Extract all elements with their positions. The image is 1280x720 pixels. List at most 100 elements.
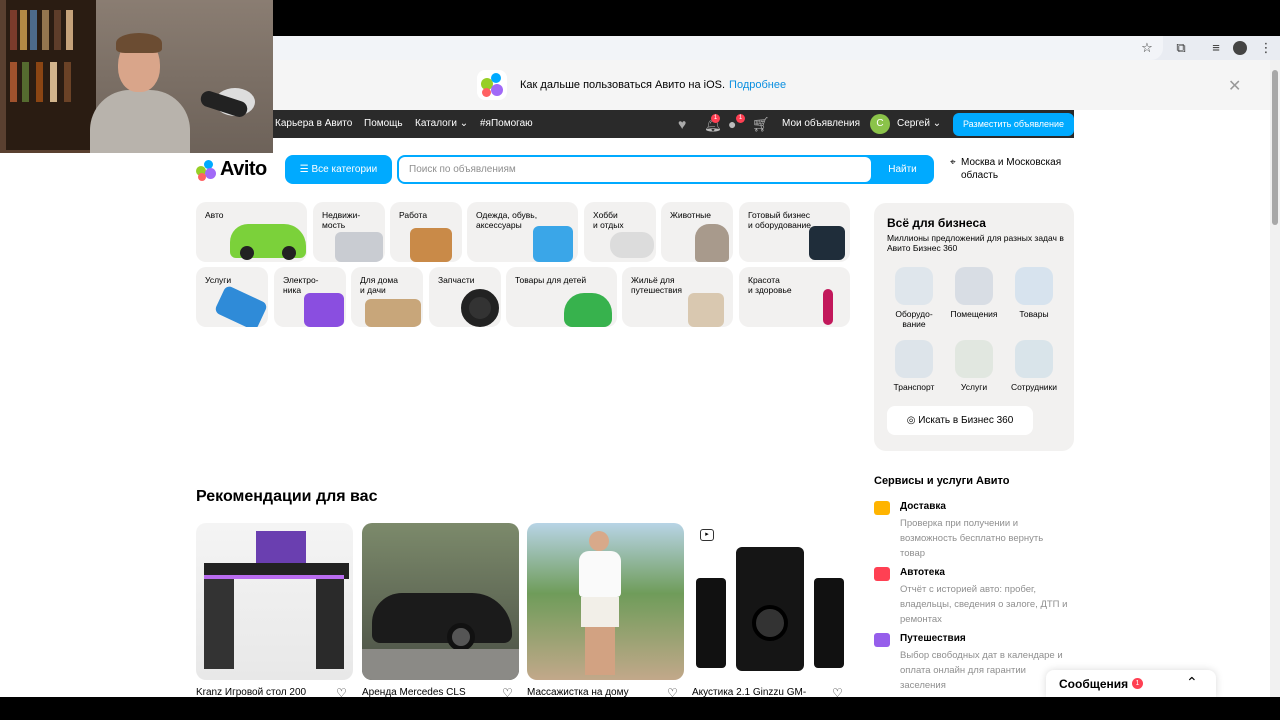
services-icon	[955, 340, 993, 378]
chevron-up-icon[interactable]: ⌃	[1186, 674, 1198, 691]
post-ad-button[interactable]: Разместить объявление	[953, 113, 1074, 136]
terminal-image	[809, 226, 845, 260]
my-ads-link[interactable]: Мои объявления	[782, 118, 860, 129]
user-menu[interactable]: Сергей ⌄	[897, 118, 941, 129]
category-business[interactable]: Готовый бизнес и оборудование	[739, 202, 850, 262]
category-parts[interactable]: Запчасти	[429, 267, 501, 327]
category-electronics[interactable]: Электро- ника	[274, 267, 346, 327]
address-bar[interactable]	[273, 36, 1163, 60]
service-description: Выбор свободных дат в календаре и оплата…	[900, 650, 1063, 691]
roller-image	[213, 284, 268, 327]
messages-widget[interactable]: Сообщения 1 ⌃	[1046, 670, 1216, 697]
all-categories-button[interactable]: ☰ Все категории	[285, 155, 392, 184]
favorite-heart-icon[interactable]: ♡	[832, 686, 843, 697]
product-title[interactable]: Массажистка на дому	[527, 687, 629, 697]
search-input[interactable]	[399, 157, 871, 182]
target-icon: ◎	[906, 415, 919, 426]
category-label: Жильё для путешествия	[631, 275, 682, 295]
category-beauty[interactable]: Красота и здоровье	[739, 267, 850, 327]
car-icon	[874, 567, 890, 581]
category-label: Работа	[399, 210, 428, 220]
extensions-icon[interactable]: ⧉	[1173, 40, 1189, 56]
sneaker-image	[610, 232, 654, 258]
product-image[interactable]	[362, 523, 519, 680]
avatar[interactable]: С	[870, 114, 890, 134]
business-item-label: Оборудо- вание	[895, 309, 933, 329]
business-transport[interactable]: Транспорт	[884, 340, 944, 392]
category-label: Услуги	[205, 275, 232, 285]
favorite-heart-icon[interactable]: ♡	[667, 686, 678, 697]
product-title[interactable]: Аренда Mercedes CLS	[362, 687, 466, 697]
service-autoteka[interactable]: Автотека Отчёт с историей авто: пробег, …	[874, 567, 1074, 627]
service-title: Автотека	[900, 567, 945, 578]
category-home[interactable]: Для дома и дачи	[351, 267, 423, 327]
stroller-image	[564, 293, 612, 327]
category-label: Красота и здоровье	[748, 275, 792, 295]
webcam-overlay	[0, 0, 273, 153]
category-services[interactable]: Услуги	[196, 267, 268, 327]
service-travel[interactable]: Путешествия Выбор свободных дат в календ…	[874, 633, 1074, 693]
tire-image	[461, 289, 499, 327]
product-title[interactable]: Kranz Игровой стол 200	[196, 687, 306, 697]
business-item-label: Услуги	[960, 382, 988, 392]
scrollbar[interactable]	[1270, 60, 1280, 697]
recommendations-title: Рекомендации для вас	[196, 488, 378, 505]
product-title[interactable]: Акустика 2.1 Ginzzu GM-	[692, 687, 806, 697]
business-staff[interactable]: Сотрудники	[1004, 340, 1064, 392]
truck-icon	[895, 340, 933, 378]
cart-icon[interactable]: 🛒︎	[752, 116, 770, 133]
category-realty[interactable]: Недвижи- мость	[313, 202, 385, 262]
scrollbar-thumb[interactable]	[1272, 70, 1278, 225]
product-image[interactable]	[527, 523, 684, 680]
category-label: Недвижи- мость	[322, 210, 361, 230]
bookmark-star-icon[interactable]: ☆	[1139, 40, 1155, 56]
product-image[interactable]: ▸	[692, 523, 849, 680]
nav-help[interactable]: Помощь	[364, 118, 403, 129]
category-jobs[interactable]: Работа	[390, 202, 462, 262]
service-delivery[interactable]: Доставка Проверка при получении и возмож…	[874, 501, 1074, 561]
business-item-label: Транспорт	[893, 382, 935, 392]
product-card[interactable]: Массажистка на дому ♡	[527, 523, 684, 697]
business-equipment[interactable]: Оборудо- вание	[884, 267, 944, 329]
goods-icon	[1015, 267, 1053, 305]
nav-career[interactable]: Карьера в Авито	[275, 118, 352, 129]
location-selector[interactable]: ⌖ Москва и Московская область	[950, 156, 1080, 182]
product-card[interactable]: Kranz Игровой стол 200 ♡	[196, 523, 353, 697]
search-business360-button[interactable]: ◎ Искать в Бизнес 360	[887, 406, 1033, 435]
product-card[interactable]: ▸ Акустика 2.1 Ginzzu GM- ♡	[692, 523, 849, 697]
nav-hashtag[interactable]: #яПомогаю	[480, 118, 533, 129]
messages-badge: 1	[1132, 678, 1143, 689]
staff-icon	[1015, 340, 1053, 378]
category-animals[interactable]: Животные	[661, 202, 733, 262]
media-icon[interactable]: ≡	[1208, 40, 1224, 56]
business-services[interactable]: Услуги	[944, 340, 1004, 392]
ios-banner-text: Как дальше пользоваться Авито на iOS.	[520, 79, 726, 91]
business-premises[interactable]: Помещения	[944, 267, 1004, 319]
product-card[interactable]: Аренда Mercedes CLS ♡	[362, 523, 519, 697]
all-categories-label: Все категории	[311, 164, 378, 175]
search-button[interactable]: Найти	[871, 155, 934, 184]
product-image[interactable]	[196, 523, 353, 680]
favorite-heart-icon[interactable]: ♡	[502, 686, 513, 697]
ios-banner-link[interactable]: Подробнее	[729, 79, 786, 91]
category-kids[interactable]: Товары для детей	[506, 267, 617, 327]
favorites-heart-icon[interactable]: ♥	[678, 116, 686, 132]
screen: ☆ ⧉ ≡ ⋮ Как дальше пользоваться Авито на…	[0, 0, 1280, 720]
category-clothes[interactable]: Одежда, обувь, аксессуары	[467, 202, 578, 262]
favorite-heart-icon[interactable]: ♡	[336, 686, 347, 697]
profile-icon[interactable]	[1233, 41, 1247, 55]
category-hobby[interactable]: Хобби и отдых	[584, 202, 656, 262]
category-label: Животные	[670, 210, 711, 220]
video-icon: ▸	[700, 529, 714, 541]
close-icon[interactable]: ✕	[1228, 76, 1241, 96]
more-menu-icon[interactable]: ⋮	[1258, 40, 1274, 56]
category-auto[interactable]: Авто	[196, 202, 307, 262]
search-bar: Найти	[397, 155, 934, 184]
business-goods[interactable]: Товары	[1004, 267, 1064, 319]
category-label: Хобби и отдых	[593, 210, 624, 230]
category-travel[interactable]: Жильё для путешествия	[622, 267, 733, 327]
equipment-icon	[895, 267, 933, 305]
browser-toolbar: ☆ ⧉ ≡ ⋮	[273, 36, 1280, 60]
nav-catalogs[interactable]: Каталоги ⌄	[415, 118, 468, 129]
lipstick-image	[823, 289, 833, 325]
